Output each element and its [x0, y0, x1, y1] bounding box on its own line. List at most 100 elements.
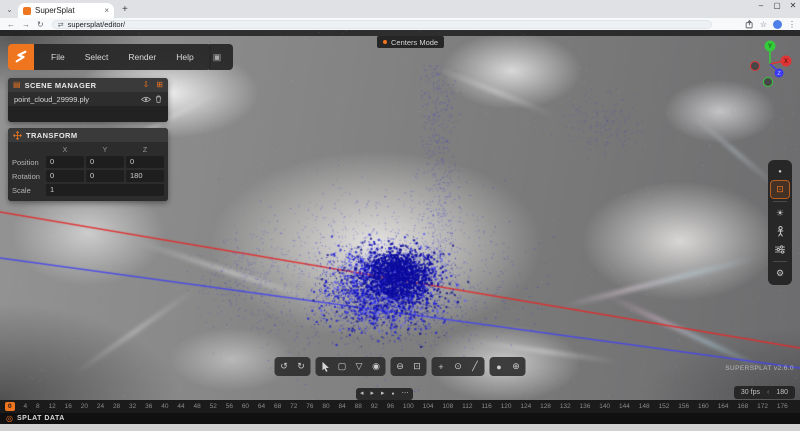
reload-icon[interactable]: ↻ — [37, 20, 44, 29]
scene-manager-header[interactable]: ▤ SCENE MANAGER ⇩ ⊞ — [8, 78, 168, 92]
gizmo-neg-y-axis[interactable] — [764, 78, 773, 87]
rotation-z-input[interactable]: 180 — [126, 170, 164, 182]
timeline-tick-76[interactable]: 76 — [306, 403, 313, 410]
menu-item-file[interactable]: File — [42, 52, 74, 62]
gizmo-neg-x-axis[interactable] — [751, 62, 760, 71]
timeline-tick-12[interactable]: 12 — [49, 403, 56, 410]
timeline-tick-100[interactable]: 100 — [403, 403, 414, 410]
browser-tab[interactable]: SuperSplat × — [18, 3, 114, 18]
next-frame-button[interactable]: ▸ — [381, 388, 385, 400]
sphere-shape-button[interactable]: ● — [491, 358, 508, 375]
play-button[interactable]: ▸ — [371, 388, 375, 400]
scale-button[interactable]: ╱ — [467, 358, 484, 375]
timeline-tick-124[interactable]: 124 — [520, 403, 531, 410]
timeline-ticks[interactable]: 0481216202428323640444852566064687276808… — [0, 400, 800, 413]
timeline-tick-60[interactable]: 60 — [242, 403, 249, 410]
total-frames-value[interactable]: 180 — [776, 389, 788, 396]
timeline-tick-152[interactable]: 152 — [658, 403, 669, 410]
timeline-tick-56[interactable]: 56 — [226, 403, 233, 410]
scale-input[interactable]: 1 — [46, 184, 164, 196]
timeline-tick-148[interactable]: 148 — [639, 403, 650, 410]
menu-item-help[interactable]: Help — [167, 52, 202, 62]
import-icon[interactable]: ⇩ — [143, 81, 150, 89]
settings-gear-button[interactable]: ⚙ — [771, 265, 789, 282]
tab-close-icon[interactable]: × — [104, 6, 109, 15]
timeline-tick-28[interactable]: 28 — [113, 403, 120, 410]
timeline-tick-132[interactable]: 132 — [560, 403, 571, 410]
bookmark-star-icon[interactable]: ☆ — [760, 20, 767, 29]
tab-search-icon[interactable]: ⌄ — [4, 4, 15, 15]
brightness-button[interactable]: ☀ — [771, 205, 789, 222]
window-minimize-button[interactable]: – — [754, 1, 768, 10]
profile-avatar[interactable] — [773, 20, 782, 29]
timeline-tick-104[interactable]: 104 — [423, 403, 434, 410]
transform-header[interactable]: TRANSFORM — [8, 128, 168, 142]
timeline-tick-116[interactable]: 116 — [481, 403, 491, 410]
picker-select-button[interactable] — [317, 358, 334, 375]
timeline-tick-128[interactable]: 128 — [540, 403, 551, 410]
timeline-tick-20[interactable]: 20 — [81, 403, 88, 410]
timeline-tick-156[interactable]: 156 — [678, 403, 689, 410]
timeline-tick-24[interactable]: 24 — [97, 403, 104, 410]
pose-button[interactable] — [771, 223, 789, 240]
timeline-tick-140[interactable]: 140 — [599, 403, 610, 410]
timeline-tick-92[interactable]: 92 — [371, 403, 378, 410]
timeline-tick-16[interactable]: 16 — [65, 403, 72, 410]
position-y-input[interactable]: 0 — [86, 156, 124, 168]
box-select-button[interactable]: ⊡ — [409, 358, 426, 375]
rotation-y-input[interactable]: 0 — [86, 170, 124, 182]
timeline-tick-48[interactable]: 48 — [193, 403, 200, 410]
prev-frame-button[interactable]: ◂ — [360, 388, 364, 400]
window-close-button[interactable]: ✕ — [786, 1, 800, 10]
timeline-tick-40[interactable]: 40 — [161, 403, 168, 410]
timeline-tick-8[interactable]: 8 — [36, 403, 40, 410]
new-tab-button[interactable]: + — [122, 4, 128, 15]
undo-button[interactable]: ↺ — [276, 358, 293, 375]
share-icon[interactable] — [745, 20, 754, 29]
timeline-tick-84[interactable]: 84 — [338, 403, 345, 410]
browser-menu-icon[interactable]: ⋮ — [788, 20, 796, 29]
timeline-tick-32[interactable]: 32 — [129, 403, 136, 410]
forward-icon[interactable]: → — [22, 20, 30, 29]
site-info-icon[interactable]: ⇄ — [58, 21, 64, 29]
supersplat-logo-icon[interactable] — [8, 44, 34, 70]
delete-trash-icon[interactable] — [155, 95, 162, 103]
timeline-tick-160[interactable]: 160 — [698, 403, 709, 410]
new-scene-icon[interactable]: ⊞ — [156, 81, 163, 89]
polygon-select-button[interactable]: ▽ — [351, 358, 368, 375]
window-maximize-button[interactable]: ▢ — [770, 1, 784, 10]
timeline-tick-136[interactable]: 136 — [580, 403, 591, 410]
sphere-select-button[interactable]: ⊖ — [392, 358, 409, 375]
timeline-tick-168[interactable]: 168 — [737, 403, 748, 410]
timeline-tick-164[interactable]: 164 — [718, 403, 729, 410]
timeline-tick-176[interactable]: 176 — [777, 403, 788, 410]
splat-mode-button[interactable]: ● — [771, 163, 789, 180]
position-x-input[interactable]: 0 — [46, 156, 84, 168]
brush-select-button[interactable]: ◉ — [368, 358, 385, 375]
centers-mode-button[interactable]: ⊡ — [771, 181, 789, 198]
view-options-button[interactable] — [771, 241, 789, 258]
more-button[interactable]: ⋯ — [402, 388, 409, 400]
menu-item-select[interactable]: Select — [76, 52, 118, 62]
timeline-tick-72[interactable]: 72 — [290, 403, 297, 410]
axis-gizmo[interactable]: Y X Z — [746, 36, 794, 88]
shortcuts-icon[interactable]: ▣ — [209, 52, 226, 63]
timeline-tick-88[interactable]: 88 — [355, 403, 362, 410]
position-z-input[interactable]: 0 — [126, 156, 164, 168]
add-key-button[interactable]: ● — [392, 388, 395, 400]
timeline-tick-64[interactable]: 64 — [258, 403, 265, 410]
timeline-tick-112[interactable]: 112 — [462, 403, 472, 410]
menu-item-render[interactable]: Render — [119, 52, 165, 62]
scene-file-row[interactable]: point_cloud_29999.ply — [8, 92, 168, 106]
origin-button[interactable]: ⊕ — [508, 358, 525, 375]
timeline-tick-36[interactable]: 36 — [145, 403, 152, 410]
timeline-tick-44[interactable]: 44 — [177, 403, 184, 410]
timeline-tick-172[interactable]: 172 — [757, 403, 768, 410]
timeline-tick-52[interactable]: 52 — [210, 403, 217, 410]
rect-select-button[interactable]: ▢ — [334, 358, 351, 375]
rotation-x-input[interactable]: 0 — [46, 170, 84, 182]
timeline-tick-4[interactable]: 4 — [24, 403, 28, 410]
back-icon[interactable]: ← — [7, 20, 15, 29]
timeline-tick-0[interactable]: 0 — [5, 402, 15, 411]
timeline-tick-68[interactable]: 68 — [274, 403, 281, 410]
